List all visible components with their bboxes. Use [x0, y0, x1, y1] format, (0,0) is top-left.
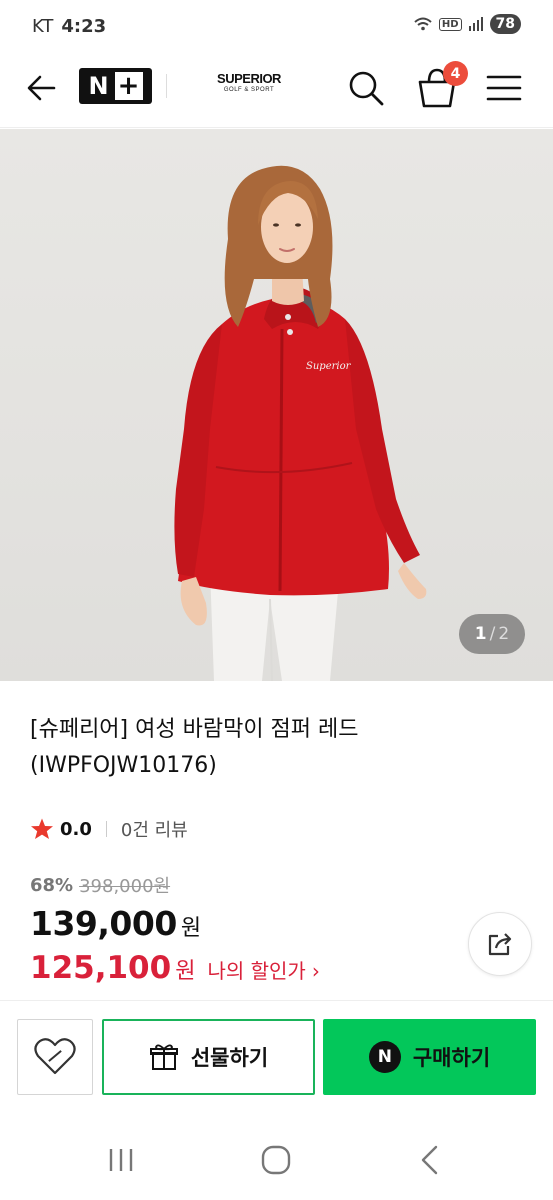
hd-icon: HD — [438, 17, 462, 31]
rating-row[interactable]: 0.0 0건 리뷰 — [30, 816, 188, 842]
product-image[interactable]: Superior — [0, 129, 553, 681]
my-price-amount: 125,100 — [30, 950, 172, 986]
brand-logo-name: SUPERIOR — [217, 71, 281, 86]
sale-price-amount: 139,000 — [30, 904, 177, 943]
naver-pay-icon: N — [368, 1041, 401, 1073]
app-header: N + SUPERIOR GOLF & SPORT — [0, 52, 553, 128]
battery-indicator: 78 — [489, 14, 521, 34]
back-button[interactable] — [24, 70, 60, 106]
rating-score: 0.0 — [60, 818, 92, 840]
purchase-action-bar: 선물하기 N 구매하기 — [0, 1000, 553, 1110]
sale-price-unit: 원 — [180, 916, 202, 941]
home-icon — [261, 1145, 291, 1175]
my-price-unit: 원 — [175, 959, 196, 984]
brand-logo-tagline: GOLF & SPORT — [223, 87, 275, 93]
buy-button[interactable]: N 구매하기 — [323, 1019, 536, 1095]
discount-row: 68% 398,000원 — [30, 872, 170, 898]
review-count-link[interactable]: 0건 리뷰 — [121, 816, 188, 842]
product-title: [슈페리어] 여성 바람막이 점퍼 레드 (IWPFOJW10176) — [30, 717, 359, 778]
gift-button[interactable]: 선물하기 — [102, 1019, 315, 1095]
wifi-icon — [414, 17, 432, 31]
plus-icon: + — [114, 72, 143, 100]
svg-text:Superior: Superior — [306, 361, 352, 372]
search-icon — [349, 71, 384, 106]
original-price: 398,000원 — [79, 876, 171, 897]
recent-apps-button[interactable] — [101, 1140, 141, 1180]
clock: 4:23 — [61, 15, 107, 37]
back-chevron-icon — [421, 1145, 438, 1175]
image-counter-total: 2 — [498, 624, 510, 644]
share-icon — [488, 933, 512, 956]
wishlist-button[interactable] — [17, 1019, 93, 1095]
carrier-label: KT — [32, 15, 54, 37]
image-counter-current: 1 — [474, 624, 487, 644]
header-divider — [166, 74, 167, 98]
my-price-label: 나의 할인가 — [207, 959, 306, 983]
search-button[interactable] — [346, 68, 386, 108]
status-bar: KT 4:23 HD 78 — [0, 0, 553, 52]
star-icon — [31, 818, 53, 839]
recent-apps-icon — [109, 1149, 133, 1171]
cart-count-badge: 4 — [443, 61, 468, 86]
signal-icon — [468, 17, 483, 31]
gift-button-label: 선물하기 — [190, 1046, 269, 1070]
share-button[interactable] — [468, 912, 532, 976]
rating-divider — [105, 821, 107, 837]
product-photo: Superior — [174, 165, 427, 681]
my-discount-price-link[interactable]: 125,100 원 나의 할인가 › — [30, 950, 320, 986]
status-icons: HD 78 — [413, 14, 521, 34]
naver-plus-logo[interactable]: N + — [79, 68, 152, 104]
naver-n-mark: N — [88, 72, 109, 100]
chevron-right-icon: › — [311, 959, 320, 983]
gift-box-icon — [149, 1044, 178, 1070]
brand-logo[interactable]: SUPERIOR GOLF & SPORT — [214, 72, 284, 93]
heart-icon — [34, 1038, 76, 1075]
menu-button[interactable] — [484, 70, 524, 106]
image-counter: 1 / 2 — [459, 614, 525, 654]
system-navigation-bar — [0, 1110, 553, 1200]
buy-button-label: 구매하기 — [412, 1046, 491, 1070]
back-arrow-icon — [27, 75, 56, 101]
discount-rate: 68% — [30, 874, 74, 896]
image-counter-separator: / — [489, 624, 496, 644]
system-back-button[interactable] — [410, 1140, 450, 1180]
sale-price: 139,000 원 — [30, 904, 201, 943]
home-button[interactable] — [256, 1140, 296, 1180]
hamburger-menu-icon — [486, 75, 522, 101]
